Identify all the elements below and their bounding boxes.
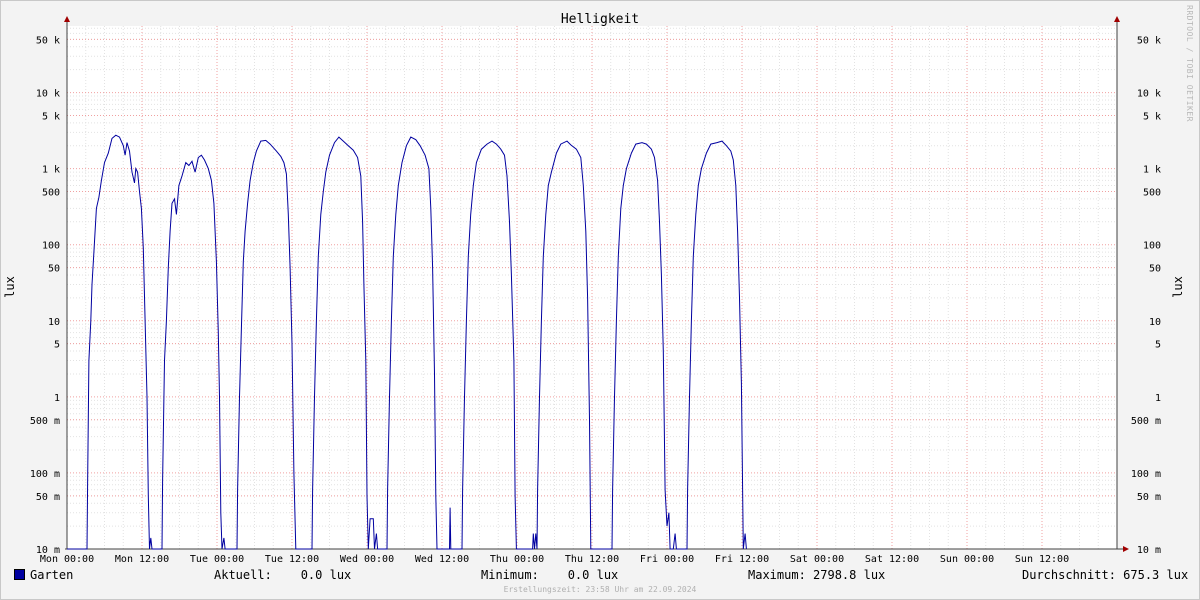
rrdtool-credit: RRDTOOL / TOBI OETIKER bbox=[1185, 5, 1194, 122]
y-axis-label-right: lux bbox=[1171, 276, 1185, 298]
y-tick-label-right: 1 k bbox=[1143, 165, 1161, 176]
y-tick-label-right: 100 m bbox=[1131, 469, 1161, 480]
y-tick-label-right: 50 m bbox=[1137, 492, 1161, 503]
chart-canvas: Helligkeit 10 m 50 m 100 m 500 m 1 5 10 50 100 50… bbox=[3, 12, 1185, 565]
y-axis-left-arrow bbox=[64, 16, 70, 22]
y-tick-label-left: 50 k bbox=[36, 35, 60, 46]
footer-timestamp: Erstellungszeit: 23:58 Uhr am 22.09.2024 bbox=[503, 585, 697, 594]
legend-swatch-garten bbox=[14, 569, 25, 580]
y-tick-label-right: 100 bbox=[1143, 241, 1161, 252]
grid bbox=[66, 26, 1118, 550]
y-tick-label-right: 10 bbox=[1149, 317, 1161, 328]
legend-series-name: Garten bbox=[30, 568, 74, 582]
y-tick-label-right: 500 m bbox=[1131, 416, 1161, 427]
y-tick-label-right: 10 m bbox=[1137, 545, 1161, 556]
y-tick-label-left: 5 k bbox=[42, 111, 60, 122]
y-tick-labels-right: 10 m 50 m 100 m 500 m 1 5 10 50 100 500 1 k 5 k 10 k… bbox=[1131, 35, 1161, 556]
chart-title: Helligkeit bbox=[561, 12, 639, 27]
y-tick-label-left: 10 bbox=[48, 317, 60, 328]
y-tick-label-left: 50 m bbox=[36, 492, 60, 503]
y-tick-label-right: 5 k bbox=[1143, 111, 1161, 122]
legend-current: Aktuell: 0.0 lux bbox=[214, 568, 352, 582]
y-tick-label-right: 5 bbox=[1155, 340, 1161, 351]
legend-average: Durchschnitt: 675.3 lux bbox=[1022, 568, 1189, 582]
y-tick-label-right: 50 bbox=[1149, 264, 1161, 275]
y-axis-right-arrow bbox=[1114, 16, 1120, 22]
x-axis-arrow bbox=[1123, 546, 1129, 552]
y-tick-label-left: 1 k bbox=[42, 165, 60, 176]
y-tick-label-right: 50 k bbox=[1137, 35, 1161, 46]
y-tick-label-right: 10 k bbox=[1137, 89, 1161, 100]
y-tick-label-right: 1 bbox=[1155, 393, 1161, 404]
legend-maximum: Maximum: 2798.8 lux bbox=[748, 568, 886, 582]
y-tick-label-left: 100 bbox=[42, 241, 60, 252]
y-tick-labels-left: 10 m50 m100 m500 m1510501005001 k5 k10 k… bbox=[30, 35, 60, 556]
y-tick-label-left: 5 bbox=[54, 340, 60, 351]
legend-minimum: Minimum: 0.0 lux bbox=[481, 568, 619, 582]
y-tick-label-left: 100 m bbox=[30, 469, 60, 480]
y-tick-label-left: 500 bbox=[42, 188, 60, 199]
y-tick-label-left: 500 m bbox=[30, 416, 60, 427]
y-tick-label-right: 500 bbox=[1143, 188, 1161, 199]
y-axis-label-left: lux bbox=[3, 276, 17, 298]
y-tick-label-left: 1 bbox=[54, 393, 60, 404]
legend: Garten Aktuell: 0.0 lux Minimum: 0.0 lux… bbox=[0, 564, 1200, 586]
y-tick-label-left: 10 k bbox=[36, 89, 60, 100]
y-tick-label-left: 50 bbox=[48, 264, 60, 275]
